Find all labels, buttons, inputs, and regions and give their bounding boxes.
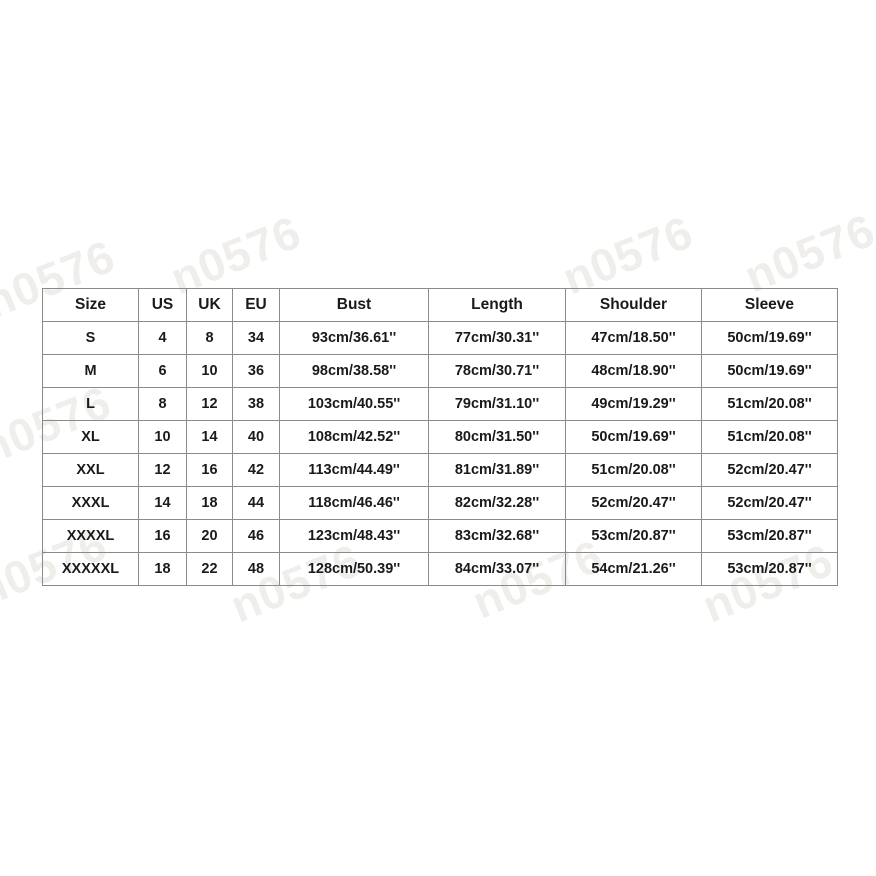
column-header-us: US	[138, 288, 187, 322]
column-header-length: Length	[428, 288, 566, 322]
cell-sleeve: 51cm/20.08''	[701, 420, 838, 454]
cell-us: 4	[138, 321, 187, 355]
cell-eu: 44	[232, 486, 280, 520]
cell-length: 84cm/33.07''	[428, 552, 566, 586]
cell-us: 6	[138, 354, 187, 388]
cell-size: L	[42, 387, 139, 421]
cell-bust: 108cm/42.52''	[279, 420, 429, 454]
cell-size: XXXL	[42, 486, 139, 520]
cell-shoulder: 49cm/19.29''	[565, 387, 702, 421]
size-chart-header: Size US UK EU Bust Length Shoulder Sleev…	[42, 288, 838, 322]
column-header-sleeve: Sleeve	[701, 288, 838, 322]
cell-shoulder: 52cm/20.47''	[565, 486, 702, 520]
cell-us: 8	[138, 387, 187, 421]
table-header-row: Size US UK EU Bust Length Shoulder Sleev…	[42, 288, 838, 322]
cell-bust: 128cm/50.39''	[279, 552, 429, 586]
cell-sleeve: 52cm/20.47''	[701, 486, 838, 520]
size-chart-body: S 4 8 34 93cm/36.61'' 77cm/30.31'' 47cm/18.50'…	[42, 321, 838, 586]
cell-length: 81cm/31.89''	[428, 453, 566, 487]
table-row: L 8 12 38 103cm/40.55'' 79cm/31.10'' 49cm/19.2…	[42, 387, 838, 421]
cell-eu: 34	[232, 321, 280, 355]
cell-sleeve: 53cm/20.87''	[701, 552, 838, 586]
size-chart-table: Size US UK EU Bust Length Shoulder Sleev…	[42, 288, 838, 586]
cell-sleeve: 50cm/19.69''	[701, 321, 838, 355]
cell-shoulder: 54cm/21.26''	[565, 552, 702, 586]
cell-us: 16	[138, 519, 187, 553]
cell-eu: 38	[232, 387, 280, 421]
cell-length: 80cm/31.50''	[428, 420, 566, 454]
cell-shoulder: 48cm/18.90''	[565, 354, 702, 388]
cell-bust: 98cm/38.58''	[279, 354, 429, 388]
cell-size: XXXXXL	[42, 552, 139, 586]
column-header-size: Size	[42, 288, 139, 322]
cell-bust: 118cm/46.46''	[279, 486, 429, 520]
cell-uk: 22	[186, 552, 233, 586]
cell-length: 79cm/31.10''	[428, 387, 566, 421]
column-header-shoulder: Shoulder	[565, 288, 702, 322]
cell-shoulder: 47cm/18.50''	[565, 321, 702, 355]
cell-uk: 14	[186, 420, 233, 454]
cell-length: 83cm/32.68''	[428, 519, 566, 553]
cell-bust: 113cm/44.49''	[279, 453, 429, 487]
cell-uk: 8	[186, 321, 233, 355]
cell-size: M	[42, 354, 139, 388]
table-row: XL 10 14 40 108cm/42.52'' 80cm/31.50'' 50cm/19…	[42, 420, 838, 454]
table-row: XXXXXL 18 22 48 128cm/50.39'' 84cm/33.07'' 54c…	[42, 552, 838, 586]
cell-size: XL	[42, 420, 139, 454]
cell-length: 78cm/30.71''	[428, 354, 566, 388]
cell-size: S	[42, 321, 139, 355]
cell-uk: 18	[186, 486, 233, 520]
cell-size: XXXXL	[42, 519, 139, 553]
cell-us: 14	[138, 486, 187, 520]
cell-eu: 42	[232, 453, 280, 487]
cell-shoulder: 50cm/19.69''	[565, 420, 702, 454]
cell-size: XXL	[42, 453, 139, 487]
table-row: XXXL 14 18 44 118cm/46.46'' 82cm/32.28'' 52cm/…	[42, 486, 838, 520]
cell-uk: 16	[186, 453, 233, 487]
cell-us: 12	[138, 453, 187, 487]
table-row: XXL 12 16 42 113cm/44.49'' 81cm/31.89'' 51cm/2…	[42, 453, 838, 487]
cell-length: 82cm/32.28''	[428, 486, 566, 520]
cell-sleeve: 50cm/19.69''	[701, 354, 838, 388]
table-row: XXXXL 16 20 46 123cm/48.43'' 83cm/32.68'' 53cm…	[42, 519, 838, 553]
cell-uk: 20	[186, 519, 233, 553]
cell-bust: 93cm/36.61''	[279, 321, 429, 355]
cell-sleeve: 51cm/20.08''	[701, 387, 838, 421]
column-header-eu: EU	[232, 288, 280, 322]
cell-sleeve: 53cm/20.87''	[701, 519, 838, 553]
cell-uk: 12	[186, 387, 233, 421]
cell-eu: 40	[232, 420, 280, 454]
cell-shoulder: 53cm/20.87''	[565, 519, 702, 553]
size-chart-container: Size US UK EU Bust Length Shoulder Sleev…	[42, 288, 838, 586]
cell-eu: 48	[232, 552, 280, 586]
cell-bust: 123cm/48.43''	[279, 519, 429, 553]
cell-eu: 46	[232, 519, 280, 553]
column-header-bust: Bust	[279, 288, 429, 322]
cell-eu: 36	[232, 354, 280, 388]
cell-shoulder: 51cm/20.08''	[565, 453, 702, 487]
table-row: M 6 10 36 98cm/38.58'' 78cm/30.71'' 48cm/18.90…	[42, 354, 838, 388]
cell-length: 77cm/30.31''	[428, 321, 566, 355]
table-row: S 4 8 34 93cm/36.61'' 77cm/30.31'' 47cm/18.50'…	[42, 321, 838, 355]
cell-uk: 10	[186, 354, 233, 388]
cell-bust: 103cm/40.55''	[279, 387, 429, 421]
column-header-uk: UK	[186, 288, 233, 322]
cell-us: 10	[138, 420, 187, 454]
cell-us: 18	[138, 552, 187, 586]
cell-sleeve: 52cm/20.47''	[701, 453, 838, 487]
